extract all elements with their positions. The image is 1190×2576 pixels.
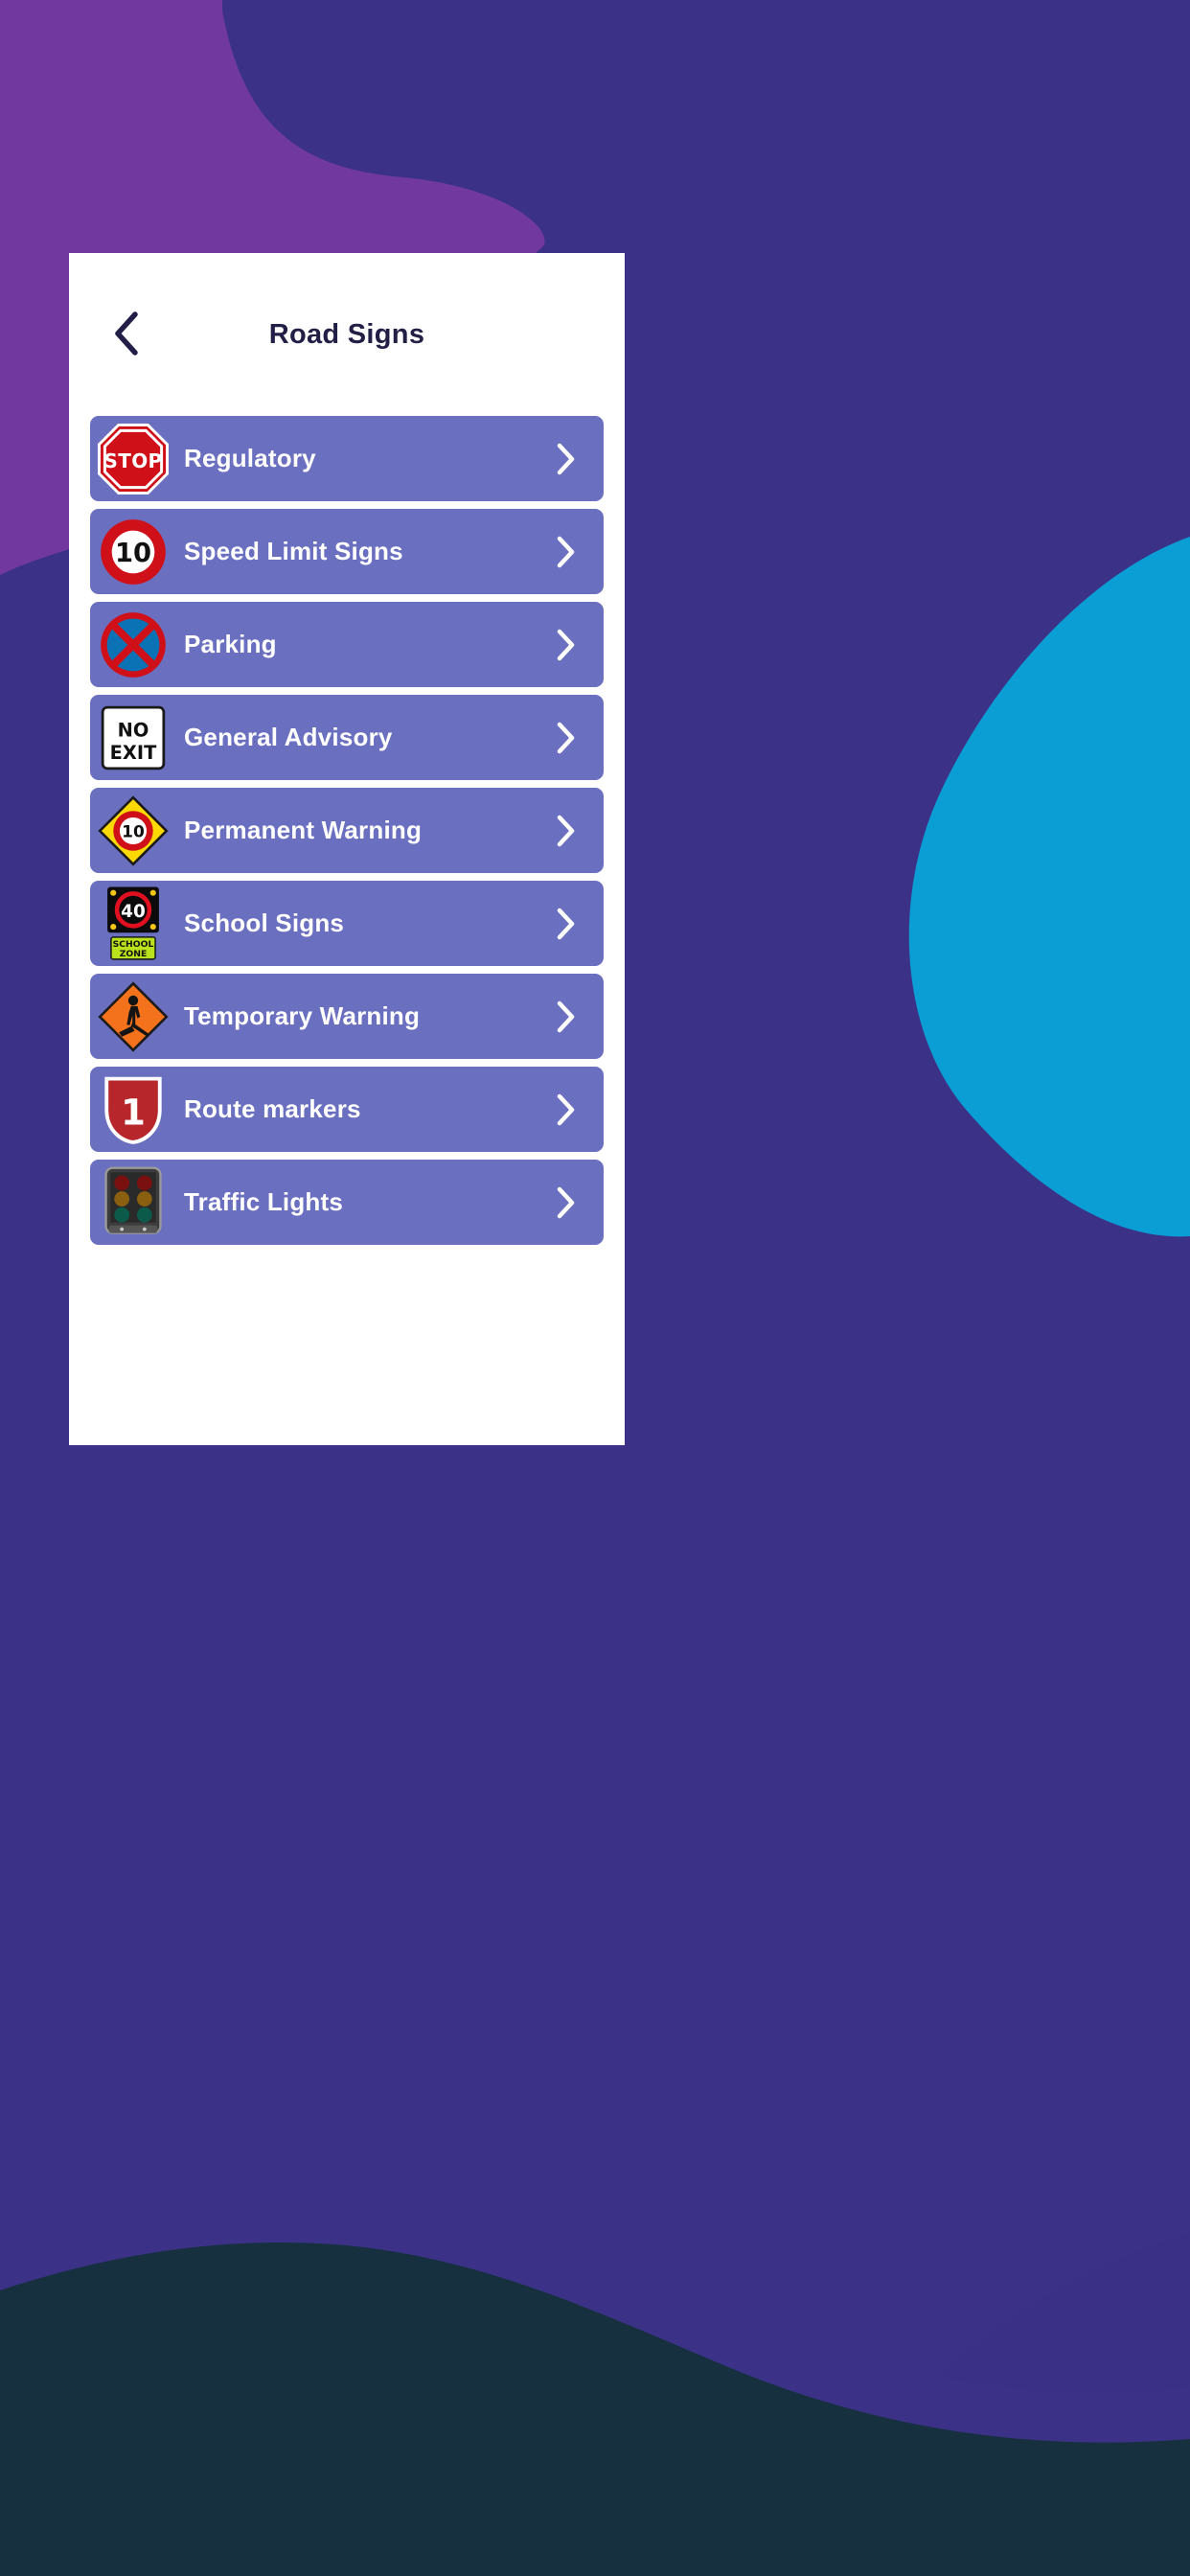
back-button[interactable] (96, 304, 157, 365)
svg-text:ZONE: ZONE (120, 948, 148, 958)
chevron-right-icon (550, 1093, 583, 1126)
header-bar: Road Signs (69, 253, 625, 416)
chevron-left-icon (112, 310, 141, 358)
school-zone-sign-icon: 40 SCHOOL ZONE (96, 886, 171, 961)
list-item-route-markers[interactable]: 1 Route markers (90, 1067, 604, 1152)
list-item-school-signs[interactable]: 40 SCHOOL ZONE School Signs (90, 881, 604, 966)
list-item-label: General Advisory (184, 723, 393, 751)
svg-text:10: 10 (115, 539, 151, 568)
list-item-regulatory[interactable]: STOP Regulatory (90, 416, 604, 501)
no-exit-sign-icon: NO EXIT (96, 701, 171, 775)
svg-text:STOP: STOP (103, 448, 162, 472)
chevron-right-icon (550, 443, 583, 475)
chevron-right-icon (550, 908, 583, 940)
chevron-right-icon (550, 1186, 583, 1219)
no-stopping-sign-icon (96, 608, 171, 682)
svg-text:10: 10 (122, 822, 145, 841)
svg-text:40: 40 (121, 902, 146, 922)
list-item-label: Speed Limit Signs (184, 537, 403, 565)
list-item-label: Route markers (184, 1094, 361, 1123)
route-shield-icon: 1 (96, 1072, 171, 1147)
chevron-right-icon (550, 815, 583, 847)
road-sign-category-list: STOP Regulatory 10 Speed Limit Signs Par… (69, 416, 625, 1245)
content-card: Road Signs STOP Regulatory 10 Speed Limi… (69, 253, 625, 1445)
chevron-right-icon (550, 536, 583, 568)
list-item-permanent-warning[interactable]: 10 Permanent Warning (90, 788, 604, 873)
list-item-speed-limit-signs[interactable]: 10 Speed Limit Signs (90, 509, 604, 594)
chevron-right-icon (550, 1000, 583, 1033)
list-item-label: Regulatory (184, 444, 316, 472)
svg-text:NO: NO (118, 719, 149, 741)
warning-diamond-speed-icon: 10 (96, 794, 171, 868)
traffic-lights-icon (96, 1165, 171, 1240)
list-item-label: Parking (184, 630, 277, 658)
list-item-parking[interactable]: Parking (90, 602, 604, 687)
chevron-right-icon (550, 629, 583, 661)
list-item-label: Permanent Warning (184, 816, 423, 844)
list-item-general-advisory[interactable]: NO EXIT General Advisory (90, 695, 604, 780)
list-item-label: School Signs (184, 908, 345, 937)
roadworks-sign-icon (96, 979, 171, 1054)
page-title: Road Signs (268, 318, 425, 350)
list-item-label: Temporary Warning (184, 1001, 421, 1030)
chevron-right-icon (550, 722, 583, 754)
list-item-label: Traffic Lights (184, 1187, 344, 1216)
list-item-traffic-lights[interactable]: Traffic Lights (90, 1160, 604, 1245)
svg-text:1: 1 (121, 1092, 146, 1133)
list-item-temporary-warning[interactable]: Temporary Warning (90, 974, 604, 1059)
speed-limit-sign-icon: 10 (96, 515, 171, 589)
svg-text:EXIT: EXIT (110, 742, 157, 764)
stop-sign-icon: STOP (96, 422, 171, 496)
